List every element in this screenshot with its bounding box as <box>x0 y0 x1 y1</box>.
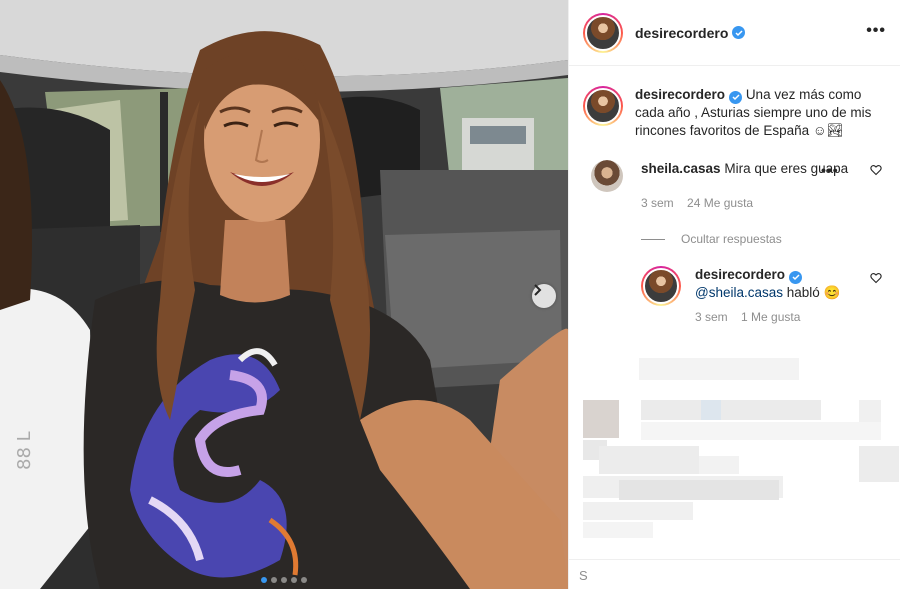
reply-body: desirecordero @sheila.casas habló 😊 3 se… <box>695 266 886 326</box>
heart-icon[interactable] <box>870 164 882 176</box>
carousel-dot <box>291 577 297 583</box>
comment: sheila.casas Mira que eres guapa 3 sem 2… <box>569 140 900 212</box>
reply-username[interactable]: desirecordero <box>695 267 785 282</box>
reply-likes[interactable]: 1 Me gusta <box>741 310 800 324</box>
carousel-dot <box>261 577 267 583</box>
post-photo[interactable]: 88 L <box>0 0 568 589</box>
post-caption: desirecordero Una vez más como cada año … <box>569 66 900 140</box>
caption-avatar[interactable] <box>583 86 623 126</box>
next-image-button[interactable] <box>532 284 556 308</box>
commenter-avatar[interactable] <box>591 160 623 192</box>
more-options-icon[interactable]: ••• <box>866 22 886 40</box>
comment-likes[interactable]: 24 Me gusta <box>687 196 753 210</box>
reply-meta: 3 sem 1 Me gusta <box>695 308 886 326</box>
reply-mention[interactable]: @sheila.casas <box>695 285 783 300</box>
add-comment-placeholder: S <box>579 568 588 583</box>
comment-body: sheila.casas Mira que eres guapa 3 sem 2… <box>641 160 851 212</box>
carousel-indicator <box>0 577 568 583</box>
author-avatar[interactable] <box>583 12 623 53</box>
reply-avatar[interactable] <box>641 266 681 306</box>
heart-icon[interactable] <box>870 272 882 284</box>
pixelated-comments-area <box>569 356 900 589</box>
reply-age[interactable]: 3 sem <box>695 310 728 324</box>
comment-options-icon[interactable]: ••• <box>821 162 839 178</box>
post-side-panel: desirecordero ••• desirecordero Una vez … <box>568 0 900 589</box>
photo-illustration: 88 L <box>0 0 568 589</box>
comment-age[interactable]: 3 sem <box>641 196 674 210</box>
carousel-dot <box>301 577 307 583</box>
hide-replies-line <box>641 238 665 240</box>
verified-badge-icon <box>729 90 743 104</box>
caption-text: desirecordero Una vez más como cada año … <box>635 86 875 140</box>
add-comment-input[interactable]: S <box>569 559 900 589</box>
hide-replies-label: Ocultar respuestas <box>681 232 782 246</box>
verified-badge-icon <box>789 270 803 284</box>
comment-meta: 3 sem 24 Me gusta <box>641 194 851 212</box>
carousel-dot <box>271 577 277 583</box>
commenter-username[interactable]: sheila.casas <box>641 161 721 176</box>
reply-text: habló 😊 <box>786 285 841 300</box>
carousel-dot <box>281 577 287 583</box>
post-header: desirecordero ••• <box>569 0 900 66</box>
author-username[interactable]: desirecordero <box>635 25 728 41</box>
verified-badge-icon <box>732 26 746 39</box>
hide-replies-button[interactable]: Ocultar respuestas <box>569 212 900 246</box>
chevron-right-icon <box>534 284 542 296</box>
reply-comment: desirecordero @sheila.casas habló 😊 3 se… <box>569 246 900 326</box>
caption-username[interactable]: desirecordero <box>635 87 725 102</box>
svg-text:88 L: 88 L <box>14 431 35 470</box>
